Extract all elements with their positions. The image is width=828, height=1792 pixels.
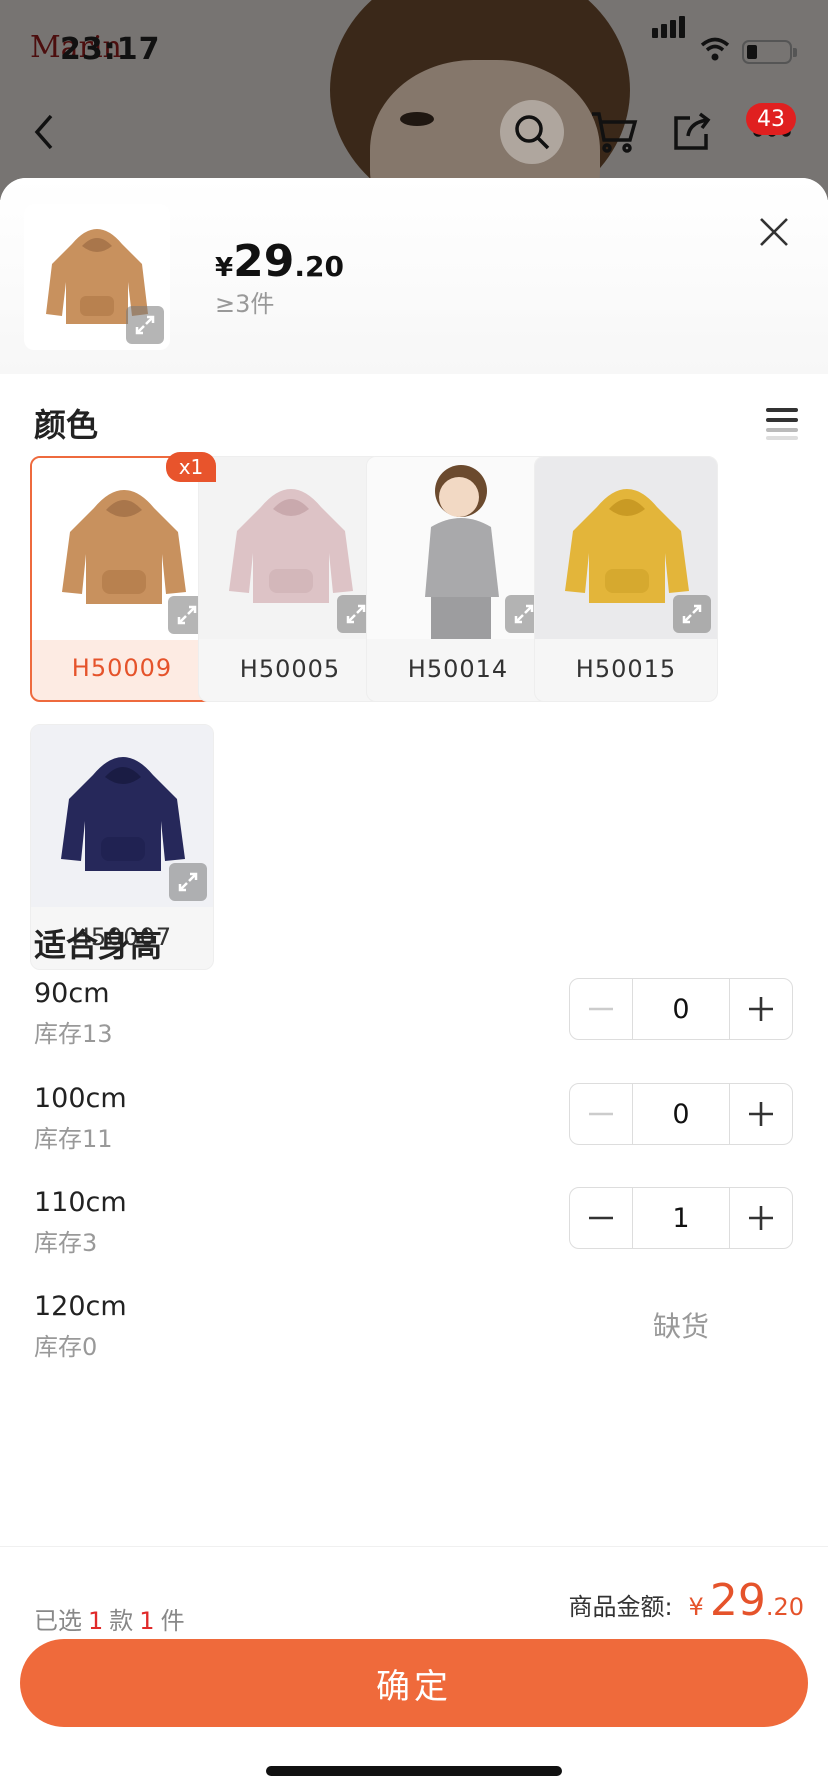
color-code: H50009	[71, 654, 173, 682]
expand-icon[interactable]	[673, 595, 711, 633]
min-order-quantity: ≥3件	[215, 290, 275, 318]
stock-label: 库存0	[34, 1333, 98, 1361]
stock-label: 库存11	[34, 1125, 113, 1153]
top-nav	[0, 100, 828, 170]
color-code: H50015	[575, 655, 677, 683]
wifi-icon	[700, 36, 730, 62]
quantity-stepper: 0	[569, 978, 793, 1040]
stock-label: 库存3	[34, 1229, 98, 1257]
quantity-value[interactable]: 0	[632, 979, 730, 1039]
quantity-value[interactable]: 0	[632, 1084, 730, 1144]
color-option-h50009[interactable]: H50009	[30, 456, 214, 702]
quantity-stepper: 0	[569, 1083, 793, 1145]
plus-icon	[749, 1102, 773, 1126]
list-view-icon[interactable]	[766, 408, 800, 442]
minus-icon	[589, 1216, 613, 1220]
expand-icon[interactable]	[169, 863, 207, 901]
minus-icon	[589, 1112, 613, 1116]
cart-count-badge: 43	[746, 103, 796, 135]
color-option-h50015[interactable]: H50015	[534, 456, 718, 702]
total-amount: 商品金额: ¥29.20	[568, 1575, 804, 1626]
quantity-stepper: 1	[569, 1187, 793, 1249]
size-label: 120cm	[34, 1291, 127, 1322]
color-code: H50014	[407, 655, 509, 683]
decrease-button[interactable]	[570, 1188, 632, 1248]
size-row-110: 110cm 库存3 1	[34, 1187, 814, 1277]
cart-icon[interactable]	[582, 100, 646, 164]
color-option-h50005[interactable]: H50005	[198, 456, 382, 702]
confirm-button[interactable]: 确定	[20, 1639, 808, 1727]
size-label: 110cm	[34, 1187, 127, 1218]
decrease-button[interactable]	[570, 979, 632, 1039]
back-icon[interactable]	[12, 100, 76, 164]
unit-price: ¥29.20	[215, 236, 344, 287]
selection-summary: 已选 1 款 1 件	[34, 1607, 185, 1635]
size-label: 90cm	[34, 978, 110, 1009]
close-icon	[760, 218, 788, 246]
increase-button[interactable]	[730, 1188, 792, 1248]
color-section-title: 颜色	[34, 406, 99, 444]
size-section-title: 适合身高	[34, 926, 163, 964]
selected-count-badge: x1	[166, 452, 216, 482]
product-thumbnail[interactable]	[24, 204, 170, 350]
sold-out-label: 缺货	[652, 1310, 709, 1343]
minus-icon	[589, 1007, 613, 1011]
share-icon[interactable]	[660, 100, 724, 164]
sku-selector-sheet: ¥29.20 ≥3件 颜色 H50009 H50005 H50014 H5001…	[0, 178, 828, 1792]
color-option-h50014[interactable]: H50014	[366, 456, 550, 702]
plus-icon	[749, 1206, 773, 1230]
status-bar: 23:17	[0, 16, 828, 72]
size-label: 100cm	[34, 1083, 127, 1114]
search-icon[interactable]	[500, 100, 564, 164]
quantity-value[interactable]: 1	[632, 1188, 730, 1248]
sheet-header: ¥29.20 ≥3件	[0, 178, 828, 374]
increase-button[interactable]	[730, 979, 792, 1039]
sheet-content: 颜色 H50009 H50005 H50014 H50015 H50007 适合…	[14, 374, 814, 1546]
battery-icon	[742, 40, 797, 64]
close-button[interactable]	[752, 210, 796, 254]
size-row-120: 120cm 库存0 缺货	[34, 1291, 814, 1381]
increase-button[interactable]	[730, 1084, 792, 1144]
expand-icon[interactable]	[126, 306, 164, 344]
stock-label: 库存13	[34, 1020, 113, 1048]
plus-icon	[749, 997, 773, 1021]
home-indicator[interactable]	[266, 1766, 562, 1776]
size-row-100: 100cm 库存11 0	[34, 1083, 814, 1173]
status-time: 23:17	[60, 32, 161, 67]
sheet-footer: 已选 1 款 1 件 商品金额: ¥29.20 确定	[0, 1546, 828, 1792]
color-code: H50005	[239, 655, 341, 683]
size-row-90: 90cm 库存13 0	[34, 978, 814, 1068]
decrease-button[interactable]	[570, 1084, 632, 1144]
